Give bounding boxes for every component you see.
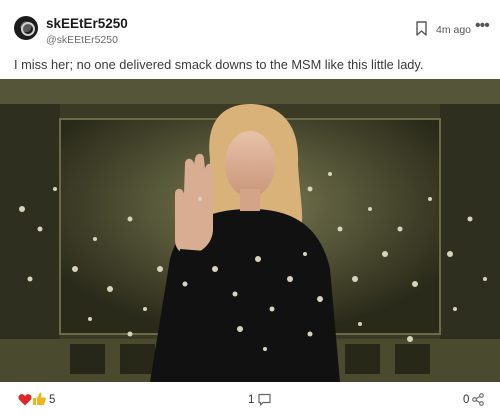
more-options-button[interactable]: ••• xyxy=(475,18,490,34)
share-count[interactable]: 0 xyxy=(463,394,469,406)
meme-image-graphic xyxy=(0,79,500,382)
avatar[interactable] xyxy=(14,16,38,40)
bookmark-icon[interactable] xyxy=(416,21,427,36)
post-timestamp: 4m ago xyxy=(436,24,472,36)
post-text: I miss her; no one delivered smack downs… xyxy=(14,57,424,72)
post-image[interactable] xyxy=(0,79,500,382)
post-card: skEEtEr5250 @skEEtEr5250 4m ago ••• I mi… xyxy=(0,0,500,418)
comment-icon[interactable] xyxy=(258,393,271,406)
user-handle[interactable]: @skEEtEr5250 xyxy=(46,34,118,46)
post-footer: 5 1 0 xyxy=(0,382,500,418)
reaction-count[interactable]: 5 xyxy=(49,394,55,406)
heart-icon[interactable] xyxy=(18,393,32,406)
display-name[interactable]: skEEtEr5250 xyxy=(46,16,128,31)
thumbs-up-icon[interactable] xyxy=(32,391,46,406)
post-header: skEEtEr5250 @skEEtEr5250 4m ago ••• xyxy=(0,0,500,52)
comment-count[interactable]: 1 xyxy=(248,394,254,406)
share-icon[interactable] xyxy=(472,393,484,406)
